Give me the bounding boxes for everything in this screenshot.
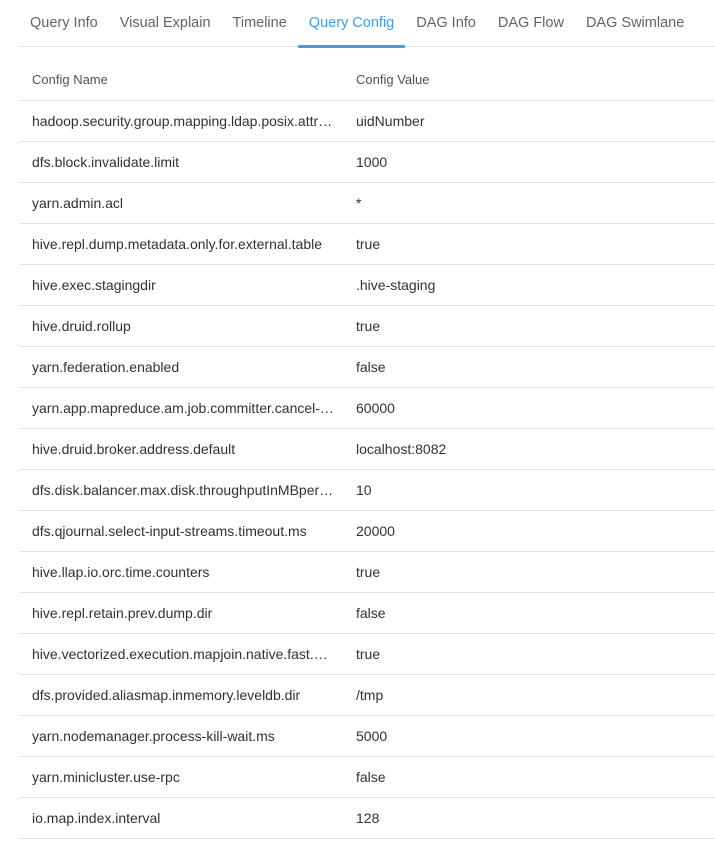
table-row: hive.exec.stagingdir .hive-staging (20, 264, 715, 306)
table-row: yarn.federation.enabled false (20, 346, 715, 388)
config-name-cell: hive.vectorized.execution.mapjoin.native… (20, 633, 344, 675)
config-name-cell: dfs.provided.aliasmap.inmemory.leveldb.d… (20, 674, 344, 716)
table-row: hive.llap.io.orc.time.counters true (20, 551, 715, 593)
table-body: hadoop.security.group.mapping.ldap.posix… (20, 100, 715, 839)
config-value-cell: true (344, 551, 715, 593)
config-name-cell: yarn.nodemanager.process-kill-wait.ms (20, 715, 344, 757)
config-name-cell: dfs.qjournal.select-input-streams.timeou… (20, 510, 344, 552)
config-value-cell: true (344, 305, 715, 347)
config-name-cell: io.map.index.interval (20, 797, 344, 839)
column-header-config-value[interactable]: Config Value (344, 59, 715, 101)
config-value-cell: uidNumber (344, 100, 715, 142)
config-name-cell: yarn.federation.enabled (20, 346, 344, 388)
config-value-cell: .hive-staging (344, 264, 715, 306)
config-value-cell: 5000 (344, 715, 715, 757)
config-name-cell: dfs.block.invalidate.limit (20, 141, 344, 183)
config-name-cell: dfs.disk.balancer.max.disk.throughputInM… (20, 469, 344, 511)
config-value-cell: /tmp (344, 674, 715, 716)
config-name-cell: hive.druid.rollup (20, 305, 344, 347)
table-header-row: Config Name Config Value (20, 59, 715, 101)
config-table: Config Name Config Value hadoop.security… (20, 59, 715, 839)
tab-visual-explain[interactable]: Visual Explain (109, 0, 222, 47)
table-row: dfs.qjournal.select-input-streams.timeou… (20, 510, 715, 552)
config-value-cell: true (344, 633, 715, 675)
table-row: hadoop.security.group.mapping.ldap.posix… (20, 100, 715, 142)
tab-query-config[interactable]: Query Config (297, 0, 406, 48)
table-row: yarn.app.mapreduce.am.job.committer.canc… (20, 387, 715, 429)
table-row: hive.druid.rollup true (20, 305, 715, 347)
config-name-cell: hive.exec.stagingdir (20, 264, 344, 306)
table-row: hive.repl.dump.metadata.only.for.externa… (20, 223, 715, 265)
table-row: hive.vectorized.execution.mapjoin.native… (20, 633, 715, 675)
config-name-cell: hive.druid.broker.address.default (20, 428, 344, 470)
config-value-cell: * (344, 182, 715, 224)
config-name-cell: hive.repl.dump.metadata.only.for.externa… (20, 223, 344, 265)
config-value-cell: 20000 (344, 510, 715, 552)
config-value-cell: false (344, 592, 715, 634)
config-value-cell: 60000 (344, 387, 715, 429)
table-row: yarn.nodemanager.process-kill-wait.ms 500… (20, 715, 715, 757)
column-header-config-name[interactable]: Config Name (20, 59, 344, 101)
table-row: hive.druid.broker.address.default localho… (20, 428, 715, 470)
config-name-cell: hive.llap.io.orc.time.counters (20, 551, 344, 593)
tab-dag-info[interactable]: DAG Info (405, 0, 487, 47)
table-row: dfs.disk.balancer.max.disk.throughputInM… (20, 469, 715, 511)
table-row: io.map.index.interval 128 (20, 797, 715, 839)
config-name-cell: hive.repl.retain.prev.dump.dir (20, 592, 344, 634)
tab-dag-swimlane[interactable]: DAG Swimlane (575, 0, 695, 47)
config-value-cell: 10 (344, 469, 715, 511)
tab-query-info[interactable]: Query Info (20, 0, 109, 47)
table-row: yarn.minicluster.use-rpc false (20, 756, 715, 798)
config-value-cell: false (344, 756, 715, 798)
config-name-cell: yarn.app.mapreduce.am.job.committer.canc… (20, 387, 344, 429)
config-name-cell: hadoop.security.group.mapping.ldap.posix… (20, 100, 344, 142)
table-row: dfs.block.invalidate.limit 1000 (20, 141, 715, 183)
table-row: hive.repl.retain.prev.dump.dir false (20, 592, 715, 634)
table-row: yarn.admin.acl * (20, 182, 715, 224)
config-value-cell: 128 (344, 797, 715, 839)
config-table-container: Config Name Config Value hadoop.security… (20, 59, 715, 839)
table-row: dfs.provided.aliasmap.inmemory.leveldb.d… (20, 674, 715, 716)
tab-dag-flow[interactable]: DAG Flow (487, 0, 575, 47)
config-value-cell: false (344, 346, 715, 388)
config-value-cell: true (344, 223, 715, 265)
config-value-cell: 1000 (344, 141, 715, 183)
config-value-cell: localhost:8082 (344, 428, 715, 470)
config-name-cell: yarn.minicluster.use-rpc (20, 756, 344, 798)
config-name-cell: yarn.admin.acl (20, 182, 344, 224)
tab-bar: Query Info Visual Explain Timeline Query… (20, 0, 715, 48)
tab-timeline[interactable]: Timeline (222, 0, 298, 47)
